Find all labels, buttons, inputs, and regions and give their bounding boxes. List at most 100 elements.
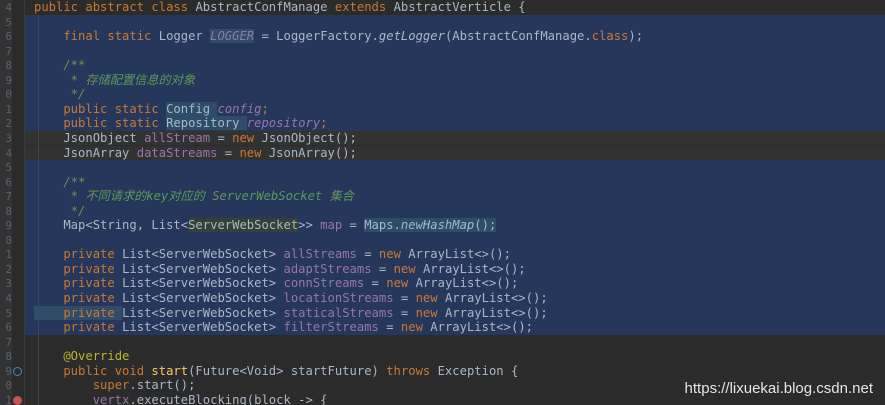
code-token: ArrayList<>(); bbox=[408, 247, 511, 262]
line-number: 3 bbox=[5, 277, 12, 291]
code-token: private bbox=[34, 261, 123, 276]
code-line[interactable]: */ bbox=[34, 87, 86, 102]
watermark-text: https://lixuekai.blog.csdn.net bbox=[684, 380, 873, 397]
code-line[interactable]: public static Repository repository; bbox=[34, 116, 328, 131]
code-token: ; bbox=[320, 116, 328, 131]
code-line[interactable]: JsonObject allStream = new JsonObject(); bbox=[34, 131, 357, 146]
code-token: /** bbox=[34, 58, 86, 73]
line-highlight bbox=[25, 58, 885, 73]
code-token: Logger bbox=[158, 29, 211, 44]
code-token: List<ServerWebSocket> bbox=[122, 305, 284, 320]
code-token: getLogger bbox=[378, 29, 445, 44]
code-token: = bbox=[342, 218, 365, 233]
code-line[interactable]: vertx.executeBlocking(block -> { bbox=[34, 393, 328, 405]
code-line[interactable]: private List<ServerWebSocket> connStream… bbox=[34, 276, 518, 291]
code-token: List<ServerWebSocket> bbox=[122, 261, 284, 276]
code-token: (); bbox=[474, 218, 497, 233]
code-token: AbstractConfManage bbox=[195, 0, 335, 14]
code-token: @Override bbox=[34, 349, 130, 364]
code-token: public static bbox=[34, 116, 167, 131]
code-token: ServerWebSocket bbox=[188, 218, 299, 233]
code-token: = bbox=[393, 291, 416, 305]
code-line[interactable]: public static Config config; bbox=[34, 101, 269, 117]
line-number: 1 bbox=[5, 393, 12, 405]
code-token: new bbox=[393, 261, 423, 276]
code-token: final static bbox=[34, 29, 159, 44]
code-token: new bbox=[239, 145, 269, 160]
code-line[interactable]: private List<ServerWebSocket> staticalSt… bbox=[34, 305, 548, 321]
code-token: public abstract class bbox=[34, 0, 196, 14]
line-number: 8 bbox=[5, 59, 12, 73]
code-line[interactable]: /** bbox=[34, 58, 85, 73]
code-line[interactable]: private List<ServerWebSocket> adaptStrea… bbox=[34, 261, 525, 277]
line-gutter: 4567890123456789012345678901 bbox=[0, 0, 12, 405]
code-line[interactable]: super.start(); bbox=[34, 378, 196, 393]
breakpoint-icon[interactable] bbox=[13, 395, 22, 405]
code-token: ; bbox=[261, 101, 269, 116]
line-number: 3 bbox=[5, 131, 12, 145]
code-token: >> bbox=[298, 218, 321, 233]
code-token: = bbox=[378, 320, 401, 335]
code-line[interactable]: private List<ServerWebSocket> filterStre… bbox=[34, 320, 533, 335]
code-token: List<ServerWebSocket> bbox=[122, 291, 284, 305]
code-token: = LoggerFactory. bbox=[254, 29, 379, 44]
code-token: ); bbox=[628, 29, 644, 44]
code-line[interactable]: Map<String, List<ServerWebSocket>> map =… bbox=[34, 218, 497, 233]
code-token: public static bbox=[34, 101, 167, 116]
code-token: super bbox=[92, 378, 130, 393]
code-token: allStreams bbox=[283, 247, 357, 262]
code-line[interactable]: private List<ServerWebSocket> locationSt… bbox=[34, 291, 547, 306]
code-line[interactable]: @Override bbox=[34, 349, 129, 364]
code-editor[interactable]: 4567890123456789012345678901 public abst… bbox=[0, 0, 885, 405]
code-token: LOGGER bbox=[210, 29, 255, 44]
code-token: * 存储配置信息的对象 bbox=[34, 72, 196, 87]
code-token: = bbox=[364, 276, 387, 291]
code-token: staticalStreams bbox=[283, 305, 394, 320]
code-line[interactable]: public void start(Future<Void> startFutu… bbox=[34, 364, 518, 379]
code-line[interactable]: private List<ServerWebSocket> allStreams… bbox=[34, 247, 511, 262]
code-line[interactable]: public abstract class AbstractConfManage… bbox=[34, 0, 526, 15]
code-token: public void bbox=[34, 363, 152, 378]
code-token: * 不同请求的key对应的 ServerWebSocket 集合 bbox=[34, 189, 354, 204]
line-number: 4 bbox=[5, 146, 12, 160]
code-line[interactable]: JsonArray dataStreams = new JsonArray(); bbox=[34, 146, 357, 161]
code-token: Repository bbox=[166, 116, 247, 131]
line-number: 2 bbox=[5, 117, 12, 131]
code-token: Maps. bbox=[364, 218, 401, 233]
line-number: 4 bbox=[5, 292, 12, 305]
code-token: dataStreams bbox=[136, 145, 218, 160]
code-line[interactable]: final static Logger LOGGER = LoggerFacto… bbox=[34, 29, 643, 44]
code-token: config bbox=[217, 101, 262, 116]
line-number: 4 bbox=[5, 1, 12, 14]
code-token: */ bbox=[34, 203, 86, 218]
code-line[interactable]: * 不同请求的key对应的 ServerWebSocket 集合 bbox=[34, 189, 354, 204]
code-token: new bbox=[415, 291, 445, 305]
code-line[interactable]: */ bbox=[34, 203, 86, 219]
code-token: new bbox=[232, 130, 262, 145]
line-number: 7 bbox=[5, 190, 12, 204]
line-highlight bbox=[25, 87, 885, 102]
code-token: */ bbox=[34, 87, 86, 102]
code-token: /** bbox=[34, 174, 86, 189]
line-number: 0 bbox=[5, 379, 12, 393]
line-highlight bbox=[25, 160, 885, 175]
code-token: ArrayList<>(); bbox=[444, 305, 548, 320]
code-token: start bbox=[151, 363, 189, 378]
code-token: Config bbox=[166, 101, 218, 116]
code-line[interactable]: /** bbox=[34, 175, 85, 190]
code-token: class bbox=[591, 29, 629, 44]
override-marker-icon[interactable] bbox=[13, 366, 22, 376]
code-token: connStreams bbox=[283, 276, 365, 291]
code-token: List<ServerWebSocket> bbox=[122, 320, 284, 335]
code-token: ArrayList<>(); bbox=[430, 320, 533, 335]
code-token: filterStreams bbox=[283, 320, 379, 335]
code-token: throws bbox=[386, 363, 438, 378]
code-token: JsonObject bbox=[34, 130, 145, 145]
line-number: 2 bbox=[5, 262, 12, 276]
code-line[interactable]: * 存储配置信息的对象 bbox=[34, 73, 195, 88]
code-token: locationStreams bbox=[283, 291, 394, 305]
code-token: newHashMap bbox=[400, 218, 475, 233]
code-token: private bbox=[34, 320, 123, 335]
code-token: (AbstractConfManage. bbox=[444, 29, 592, 44]
